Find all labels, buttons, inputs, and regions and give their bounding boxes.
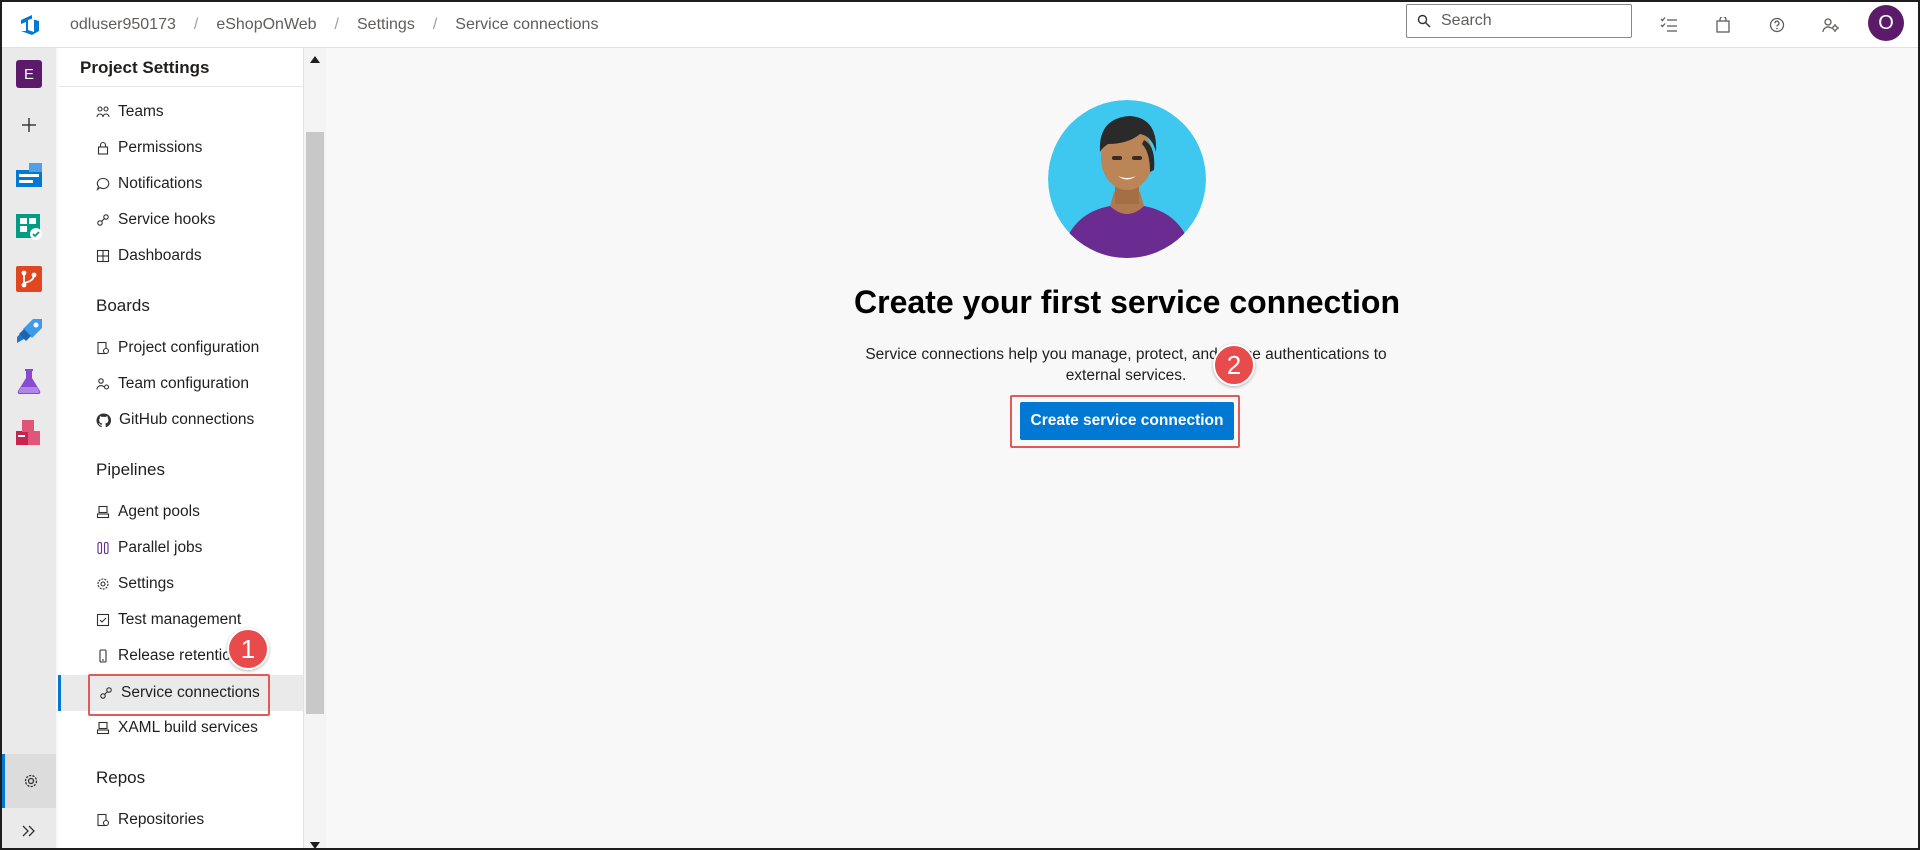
nav-item-github-connections[interactable]: GitHub connections [96,406,254,434]
nav-item-dashboards[interactable]: Dashboards [96,242,202,270]
breadcrumb-current[interactable]: Service connections [443,16,610,34]
left-rail: E [2,48,56,848]
person-illustration-icon [1048,100,1206,258]
test-check-icon [96,613,110,627]
agent-icon [96,721,110,735]
team-settings-icon [96,378,110,390]
artifacts-icon[interactable] [14,418,44,448]
repos-icon[interactable] [14,264,44,294]
nav-item-test-management[interactable]: Test management [96,606,241,634]
search-placeholder: Search [1441,12,1492,29]
plug-icon [97,214,109,226]
settings-nav: Project Settings Teams Permissions Notif… [58,48,304,848]
shopping-bag-icon[interactable] [1696,2,1750,48]
agent-icon [96,505,110,519]
breadcrumb-project[interactable]: eShopOnWeb [204,16,328,34]
description-line-2: external services. [1065,367,1187,384]
help-icon[interactable] [1750,2,1804,48]
project-settings-gear-icon[interactable] [2,754,56,808]
expand-rail-icon[interactable] [2,814,56,848]
dashboard-icon [96,249,110,263]
scroll-down-arrow-icon[interactable] [310,842,320,848]
highlight-box-create-button [1010,395,1240,448]
window: odluser950173 / eShopOnWeb / Settings / … [0,0,1920,850]
github-icon [96,412,111,427]
azure-devops-logo-icon[interactable] [2,2,58,48]
main-content: Create your first service connection Ser… [326,48,1918,848]
nav-item-xaml-build-services[interactable]: XAML build services [96,714,258,742]
breadcrumb-settings[interactable]: Settings [345,16,427,34]
empty-state-description: Service connections help you manage, pro… [856,344,1396,386]
nav-item-release-retention[interactable]: Release retention [96,642,240,670]
highlight-box-service-connections [88,674,270,716]
teams-icon [96,106,110,118]
nav-item-teams[interactable]: Teams [96,98,164,126]
nav-item-team-configuration[interactable]: Team configuration [96,370,249,398]
add-icon[interactable] [14,110,44,140]
empty-state-heading: Create your first service connection [854,284,1400,320]
nav-item-repositories[interactable]: Repositories [96,806,204,834]
nav-title: Project Settings [80,58,210,77]
step-badge-2: 2 [1213,344,1255,386]
top-icons [1642,2,1858,48]
chat-bubble-icon [96,177,110,191]
scroll-up-arrow-icon[interactable] [310,56,320,63]
nav-item-parallel-jobs[interactable]: Parallel jobs [96,534,202,562]
nav-item-agent-pools[interactable]: Agent pools [96,498,200,526]
nav-item-service-hooks[interactable]: Service hooks [96,206,215,234]
search-icon [1417,14,1431,28]
gear-icon [97,578,109,590]
project-avatar[interactable]: E [16,60,42,88]
pipelines-icon[interactable] [14,316,44,346]
overview-icon[interactable] [14,160,44,190]
phone-icon [99,649,107,663]
step-badge-1: 1 [227,628,269,670]
settings-doc-icon [97,341,110,355]
repo-icon [97,813,110,827]
nav-section-repos: Repos [96,768,146,787]
user-settings-icon[interactable] [1804,2,1858,48]
scroll-thumb[interactable] [306,132,324,714]
test-plans-icon[interactable] [14,366,44,396]
description-line-1: Service connections help you manage, pro… [865,346,1387,363]
nav-scrollbar[interactable] [304,48,326,848]
nav-item-project-configuration[interactable]: Project configuration [96,334,259,362]
nav-section-boards: Boards [96,296,150,315]
nav-section-pipelines: Pipelines [96,460,165,479]
top-bar: odluser950173 / eShopOnWeb / Settings / … [2,2,1918,48]
boards-icon[interactable] [14,212,44,242]
nav-item-notifications[interactable]: Notifications [96,170,202,198]
lock-icon [97,141,109,155]
task-list-icon[interactable] [1642,2,1696,48]
parallel-icon [97,541,109,555]
nav-item-permissions[interactable]: Permissions [96,134,202,162]
avatar[interactable]: O [1868,5,1904,41]
search-input[interactable]: Search [1406,4,1632,38]
breadcrumb: odluser950173 / eShopOnWeb / Settings / … [58,16,610,34]
breadcrumb-org[interactable]: odluser950173 [58,16,188,34]
nav-item-settings[interactable]: Settings [96,570,174,598]
